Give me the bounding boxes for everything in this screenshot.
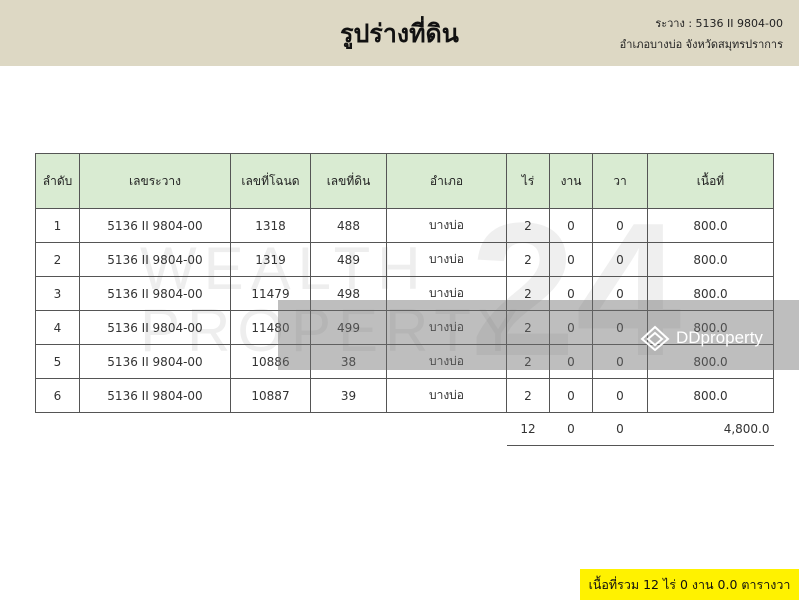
cell-district: บางบ่อ xyxy=(386,208,507,243)
empty-cell xyxy=(231,413,311,446)
cell-deed: 10887 xyxy=(230,378,311,413)
ddproperty-logo: DDproperty xyxy=(640,325,763,351)
cell-area: 800.0 xyxy=(647,276,774,311)
cell-grid: 5136 II 9804-00 xyxy=(79,208,231,243)
cell-rai: 2 xyxy=(506,378,550,413)
cell-deed: 10886 xyxy=(230,344,311,379)
land-table: ลำดับ เลขระวาง เลขที่โฉนด เลขที่ดิน อำเภอ ไร่… xyxy=(35,153,774,446)
header-col-wa: วา xyxy=(592,153,648,209)
cell-district: บางบ่อ xyxy=(386,344,507,379)
cell-ngan: 0 xyxy=(549,310,593,345)
cell-land-no: 488 xyxy=(310,208,387,243)
empty-cell xyxy=(80,413,231,446)
cell-ngan: 0 xyxy=(549,344,593,379)
cell-ngan: 0 xyxy=(549,208,593,243)
empty-cell xyxy=(387,413,507,446)
cell-ngan: 0 xyxy=(549,378,593,413)
empty-cell xyxy=(311,413,387,446)
cell-wa: 0 xyxy=(592,208,648,243)
cell-wa: 0 xyxy=(592,276,648,311)
grid-reference: ระวาง : 5136 II 9804-00 xyxy=(655,17,783,30)
cell-district: บางบ่อ xyxy=(386,276,507,311)
cell-deed: 1319 xyxy=(230,242,311,277)
cell-wa: 0 xyxy=(592,378,648,413)
cell-grid: 5136 II 9804-00 xyxy=(79,310,231,345)
cell-no: 6 xyxy=(35,378,80,413)
cell-no: 4 xyxy=(35,310,80,345)
cell-deed: 11479 xyxy=(230,276,311,311)
house-logo-icon xyxy=(640,325,670,351)
cell-no: 3 xyxy=(35,276,80,311)
cell-rai: 2 xyxy=(506,344,550,379)
header-col-grid: เลขระวาง xyxy=(79,153,231,209)
location-text: อำเภอบางบ่อ จังหวัดสมุทรปราการ xyxy=(619,38,783,51)
page-header: รูปร่างที่ดิน ระวาง : 5136 II 9804-00 อำ… xyxy=(0,0,799,66)
cell-no: 2 xyxy=(35,242,80,277)
ddproperty-brand-text: DDproperty xyxy=(676,328,763,347)
header-col-rai: ไร่ xyxy=(506,153,550,209)
header-col-ngan: งาน xyxy=(549,153,593,209)
table-row: 1 5136 II 9804-00 1318 488 บางบ่อ 2 0 0 800.0 xyxy=(35,208,774,243)
cell-ngan: 0 xyxy=(549,276,593,311)
cell-deed: 1318 xyxy=(230,208,311,243)
cell-district: บางบ่อ xyxy=(386,378,507,413)
total-rai: 12 xyxy=(506,412,550,446)
header-col-land-no: เลขที่ดิน xyxy=(310,153,387,209)
empty-cell xyxy=(36,413,80,446)
cell-ngan: 0 xyxy=(549,242,593,277)
table-header-row: ลำดับ เลขระวาง เลขที่โฉนด เลขที่ดิน อำเภอ ไร่… xyxy=(35,153,774,209)
cell-area: 800.0 xyxy=(647,242,774,277)
cell-land-no: 489 xyxy=(310,242,387,277)
cell-rai: 2 xyxy=(506,208,550,243)
cell-land-no: 38 xyxy=(310,344,387,379)
table-row: 6 5136 II 9804-00 10887 39 บางบ่อ 2 0 0 800.0 xyxy=(35,378,774,413)
cell-land-no: 499 xyxy=(310,310,387,345)
header-col-district: อำเภอ xyxy=(386,153,507,209)
cell-no: 5 xyxy=(35,344,80,379)
cell-grid: 5136 II 9804-00 xyxy=(79,276,231,311)
cell-rai: 2 xyxy=(506,242,550,277)
total-ngan: 0 xyxy=(549,412,593,446)
total-area: 4,800.0 xyxy=(647,412,774,446)
cell-district: บางบ่อ xyxy=(386,242,507,277)
header-col-area: เนื้อที่ xyxy=(647,153,774,209)
table-row: 2 5136 II 9804-00 1319 489 บางบ่อ 2 0 0 800.0 xyxy=(35,242,774,277)
cell-land-no: 39 xyxy=(310,378,387,413)
header-meta: ระวาง : 5136 II 9804-00 อำเภอบางบ่อ จังห… xyxy=(620,13,783,55)
total-wa: 0 xyxy=(592,412,648,446)
cell-rai: 2 xyxy=(506,276,550,311)
cell-deed: 11480 xyxy=(230,310,311,345)
cell-no: 1 xyxy=(35,208,80,243)
cell-area: 800.0 xyxy=(647,378,774,413)
cell-area: 800.0 xyxy=(647,208,774,243)
cell-district: บางบ่อ xyxy=(386,310,507,345)
totals-row: 12 0 0 4,800.0 xyxy=(36,412,774,446)
header-col-no: ลำดับ xyxy=(35,153,80,209)
cell-grid: 5136 II 9804-00 xyxy=(79,344,231,379)
header-col-deed: เลขที่โฉนด xyxy=(230,153,311,209)
cell-rai: 2 xyxy=(506,310,550,345)
table-row: 3 5136 II 9804-00 11479 498 บางบ่อ 2 0 0 800.0 xyxy=(35,276,774,311)
cell-grid: 5136 II 9804-00 xyxy=(79,242,231,277)
cell-wa: 0 xyxy=(592,242,648,277)
cell-grid: 5136 II 9804-00 xyxy=(79,378,231,413)
cell-land-no: 498 xyxy=(310,276,387,311)
total-area-summary: เนื้อที่รวม 12 ไร่ 0 งาน 0.0 ตารางวา xyxy=(580,569,799,600)
